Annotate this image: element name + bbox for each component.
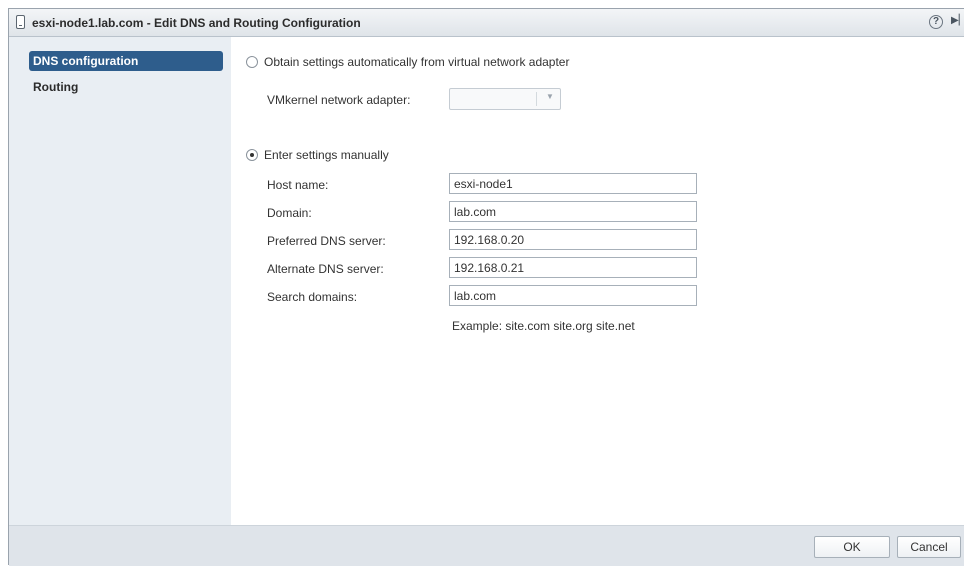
alternate-dns-input[interactable] bbox=[449, 257, 697, 278]
sidebar: DNS configuration Routing bbox=[9, 37, 231, 525]
preferred-dns-label: Preferred DNS server: bbox=[267, 234, 386, 248]
search-domains-example: Example: site.com site.org site.net bbox=[452, 319, 635, 333]
help-icon[interactable]: ? bbox=[929, 15, 943, 29]
preferred-dns-input[interactable] bbox=[449, 229, 697, 250]
search-domains-label: Search domains: bbox=[267, 290, 358, 304]
chevron-down-icon: ▼ bbox=[546, 92, 554, 101]
select-divider bbox=[536, 92, 537, 106]
enter-manually-label: Enter settings manually bbox=[264, 148, 389, 162]
obtain-automatically-label: Obtain settings automatically from virtu… bbox=[264, 55, 570, 69]
document-icon bbox=[16, 15, 25, 29]
title-bar: esxi-node1.lab.com - Edit DNS and Routin… bbox=[9, 9, 964, 37]
vmkernel-adapter-select[interactable]: ▼ bbox=[449, 88, 561, 110]
dns-configuration-panel: Obtain settings automatically from virtu… bbox=[231, 37, 964, 525]
sidebar-item-routing[interactable]: Routing bbox=[29, 77, 223, 97]
host-name-label: Host name: bbox=[267, 178, 329, 192]
domain-input[interactable] bbox=[449, 201, 697, 222]
sidebar-item-dns-configuration[interactable]: DNS configuration bbox=[29, 51, 223, 71]
search-domains-input[interactable] bbox=[449, 285, 697, 306]
domain-label: Domain: bbox=[267, 206, 312, 220]
ok-button[interactable]: OK bbox=[814, 536, 890, 558]
dialog-footer: OK Cancel bbox=[9, 525, 964, 566]
dialog-title: esxi-node1.lab.com - Edit DNS and Routin… bbox=[32, 16, 361, 30]
expand-icon[interactable]: ▶▏ bbox=[951, 15, 964, 26]
host-name-input[interactable] bbox=[449, 173, 697, 194]
enter-manually-radio[interactable] bbox=[246, 149, 258, 161]
edit-dns-routing-dialog: esxi-node1.lab.com - Edit DNS and Routin… bbox=[8, 8, 964, 566]
vmkernel-adapter-label: VMkernel network adapter: bbox=[267, 93, 411, 107]
cancel-button[interactable]: Cancel bbox=[897, 536, 961, 558]
obtain-automatically-radio[interactable] bbox=[246, 56, 258, 68]
alternate-dns-label: Alternate DNS server: bbox=[267, 262, 384, 276]
